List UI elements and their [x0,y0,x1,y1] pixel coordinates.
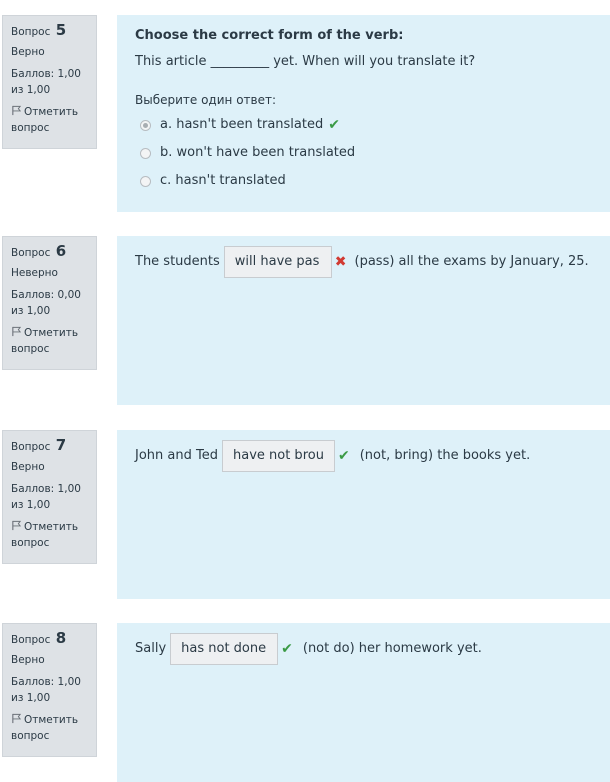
answer-prompt: Выберите один ответ: [135,93,277,107]
answer-input[interactable]: have not brou [221,440,335,472]
radio-button[interactable] [140,175,151,187]
question-instruction: Choose the correct form of the verb: [135,28,404,43]
question-number: Вопрос 7 [11,436,67,454]
cross-icon: ✖ [334,254,347,270]
question-sentence: Sally has not done ✔ (not do) her homewo… [135,633,592,665]
question-grade: Баллов: 0,00 из 1,00 [11,289,81,317]
question-grade: Баллов: 1,00 из 1,00 [11,68,81,96]
answer-option-a[interactable]: a. hasn't been translated ✔ [135,111,592,139]
question-content: The students will have pas ✖ (pass) all … [117,236,610,405]
check-icon: ✔ [281,641,293,657]
question-info: Вопрос 6 Неверно Баллов: 0,00 из 1,00 От… [2,236,97,370]
flag-question-link[interactable]: Отметить вопрос [11,519,88,551]
question-content: Choose the correct form of the verb: Thi… [117,15,610,212]
question-number: Вопрос 8 [11,629,67,647]
question-info: Вопрос 5 Верно Баллов: 1,00 из 1,00 Отме… [2,15,97,149]
flag-question-link[interactable]: Отметить вопрос [11,712,88,744]
flag-icon [12,520,22,531]
question-grade: Баллов: 1,00 из 1,00 [11,483,81,511]
radio-button[interactable] [140,119,151,131]
question-state: Верно [11,461,45,473]
flag-icon [12,105,22,116]
radio-button[interactable] [140,147,151,159]
question-state: Неверно [11,267,58,279]
question-sentence: This article _________ yet. When will yo… [135,54,476,69]
question-state: Верно [11,46,45,58]
question-content: John and Ted have not brou ✔ (not, bring… [117,430,610,599]
question-sentence: The students will have pas ✖ (pass) all … [135,246,592,278]
check-icon: ✔ [337,448,350,464]
flag-icon [12,713,22,724]
question-info: Вопрос 8 Верно Баллов: 1,00 из 1,00 Отме… [2,623,97,757]
answer-input[interactable]: has not done [170,633,279,665]
question-info: Вопрос 7 Верно Баллов: 1,00 из 1,00 Отме… [2,430,97,564]
question-state: Верно [11,654,45,666]
question-number: Вопрос 5 [11,21,67,39]
flag-question-link[interactable]: Отметить вопрос [11,104,88,136]
flag-icon [12,326,22,337]
question-content: Sally has not done ✔ (not do) her homewo… [117,623,610,782]
answer-input[interactable]: will have pas [223,246,332,278]
answer-option-b[interactable]: b. won't have been translated [135,139,592,167]
question-sentence: John and Ted have not brou ✔ (not, bring… [135,440,592,472]
question-grade: Баллов: 1,00 из 1,00 [11,676,81,704]
answer-option-c[interactable]: c. hasn't translated [135,167,592,195]
question-number: Вопрос 6 [11,242,67,260]
flag-question-link[interactable]: Отметить вопрос [11,325,88,357]
check-icon: ✔ [328,117,340,133]
